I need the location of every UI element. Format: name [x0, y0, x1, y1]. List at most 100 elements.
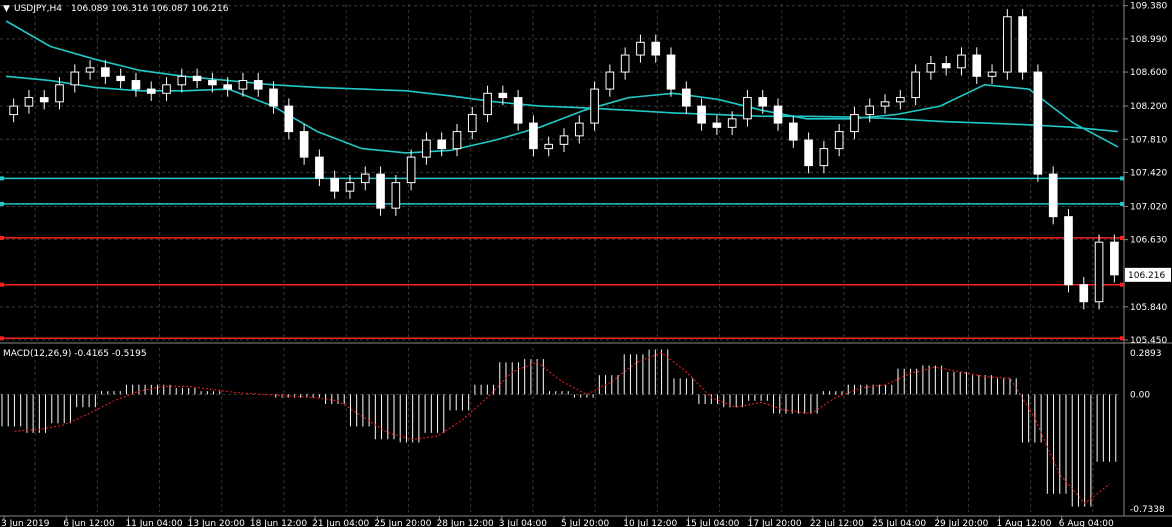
candle-body: [131, 80, 141, 90]
price-tick-label: 108.200: [1130, 102, 1167, 112]
candle-body: [666, 54, 676, 90]
candle-body: [574, 122, 584, 137]
time-tick-label: 25 Jul 04:00: [872, 519, 926, 527]
candle-body: [24, 97, 34, 107]
candle-body: [116, 75, 125, 82]
macd-tick-label: -0.7338: [1130, 505, 1165, 515]
price-tick-label: 107.020: [1130, 202, 1167, 212]
candle-body: [911, 71, 920, 99]
candle-body: [422, 139, 431, 158]
candle-body: [697, 105, 706, 124]
time-tick-label: 22 Jul 12:00: [810, 519, 864, 527]
candle-body: [804, 139, 813, 167]
candle-body: [467, 114, 477, 133]
candle-body: [70, 71, 80, 86]
candle-body: [1018, 16, 1027, 73]
candle-body: [55, 84, 64, 103]
resistance-handle-right: [1120, 282, 1124, 287]
support-handle-left: [0, 201, 4, 206]
macd-label: MACD(12,26,9) -0.4165 -0.5195: [3, 349, 147, 359]
candle-body: [299, 131, 309, 158]
time-tick-label: 18 Jun 12:00: [250, 519, 307, 527]
time-tick-label: 11 Jun 04:00: [125, 519, 182, 527]
candle-body: [727, 118, 737, 128]
macd-tick-label: 0.2893: [1130, 349, 1162, 359]
candle-body: [681, 88, 691, 107]
candle-body: [284, 105, 294, 133]
candle-body: [85, 67, 95, 73]
time-tick-label: 3 Jul 04:00: [499, 519, 548, 527]
candle-body: [330, 177, 340, 192]
candle-body: [269, 88, 278, 107]
candle-body: [620, 54, 630, 73]
candle-body: [360, 173, 370, 184]
candle-body: [208, 80, 217, 86]
candle-body: [253, 80, 263, 90]
candle-body: [9, 105, 18, 116]
time-tick-label: 10 Jul 12:00: [623, 519, 677, 527]
candle-body: [391, 182, 401, 209]
time-tick-label: 5 Jul 20:00: [561, 519, 610, 527]
price-tick-label: 105.450: [1130, 336, 1167, 346]
candle-body: [1048, 173, 1058, 218]
candle-body: [712, 122, 722, 128]
candle-body: [1079, 284, 1089, 303]
candle-body: [315, 156, 324, 179]
candle-body: [865, 105, 875, 116]
candle-body: [376, 173, 385, 209]
time-tick-label: 29 Jul 20:00: [934, 519, 988, 527]
price-tick-label: 109.380: [1130, 2, 1167, 12]
candle-body: [957, 54, 966, 69]
price-tick-label: 108.600: [1130, 68, 1167, 78]
candle-body: [238, 80, 248, 90]
candle-body: [559, 135, 569, 145]
candle-body: [1003, 16, 1012, 73]
candle-body: [1094, 241, 1104, 303]
candle-body: [1064, 216, 1073, 286]
candle-body: [39, 97, 49, 103]
candle-body: [406, 156, 416, 184]
candle-body: [896, 97, 905, 103]
time-tick-label: 6 Aug 04:00: [1059, 519, 1114, 527]
candle-body: [101, 67, 110, 77]
candle-body: [605, 71, 615, 90]
candle-body: [636, 41, 645, 56]
time-tick-label: 21 Jun 04:00: [312, 519, 369, 527]
candle-body: [146, 88, 156, 94]
time-tick-label: 28 Jun 12:00: [437, 519, 494, 527]
candle-body: [834, 131, 844, 150]
resistance-handle-left: [0, 282, 4, 287]
candle-body: [850, 114, 859, 133]
candle-body: [758, 97, 768, 107]
candle-body: [941, 63, 951, 69]
candle-body: [513, 97, 523, 124]
candle-body: [590, 88, 599, 124]
candle-body: [437, 139, 447, 150]
candle-body: [788, 122, 798, 141]
time-tick-label: 1 Aug 12:00: [997, 519, 1052, 527]
time-tick-label: 17 Jul 20:00: [748, 519, 802, 527]
candle-body: [987, 71, 997, 77]
candle-body: [544, 143, 554, 150]
candle-body: [452, 131, 462, 150]
candle-body: [819, 148, 829, 167]
candle-body: [773, 105, 783, 124]
candle-body: [880, 101, 890, 107]
trading-chart[interactable]: 109.380 108.990 108.600 108.200 107.810 107.4…: [0, 0, 1172, 527]
price-tick-label: 107.810: [1130, 135, 1167, 145]
time-tick-label: 3 Jun 2019: [1, 519, 50, 527]
candle-body: [192, 75, 202, 82]
candle-body: [1033, 71, 1043, 175]
resistance-handle-right: [1120, 336, 1124, 341]
resistance-handle-left: [0, 336, 4, 341]
macd-tick-label: 0.00: [1130, 390, 1150, 400]
candle-body: [177, 75, 187, 86]
candle-body: [743, 97, 752, 120]
candle-body: [162, 84, 171, 94]
support-handle-right: [1120, 201, 1124, 206]
support-handle-right: [1120, 176, 1124, 181]
time-tick-label: 15 Jul 04:00: [685, 519, 739, 527]
candle-body: [651, 41, 661, 56]
current-price-label: 106.216: [1128, 271, 1165, 281]
triangle-down-icon[interactable]: ▼: [3, 4, 10, 14]
